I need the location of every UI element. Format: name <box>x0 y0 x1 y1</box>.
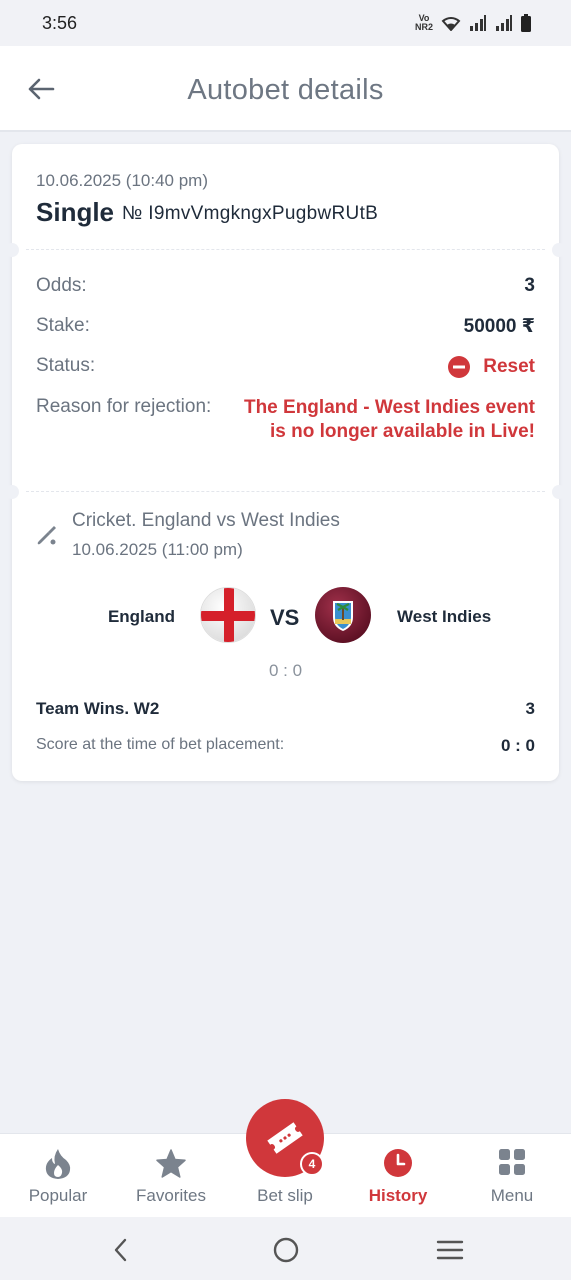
menu-lines-icon <box>436 1240 464 1260</box>
page-title: Autobet details <box>187 74 384 106</box>
nav-favorites[interactable]: Favorites <box>114 1134 228 1218</box>
event-name: Cricket. England vs West Indies <box>72 510 340 531</box>
bet-details-card: 10.06.2025 (10:40 pm) Single № I9mvVmgkn… <box>5 144 566 781</box>
card-notch <box>552 485 566 499</box>
bet-number: № I9mvVmgkngxPugbwRUtB <box>122 203 379 224</box>
card-divider <box>26 249 545 250</box>
ticket-icon <box>267 1122 303 1154</box>
card-divider <box>26 491 545 492</box>
current-score: 0 : 0 <box>268 661 303 680</box>
clock-icon <box>384 1149 412 1177</box>
status-icons: Vo NR2 <box>415 14 531 32</box>
odds-value: 3 <box>524 275 535 296</box>
chevron-left-icon <box>114 1238 127 1262</box>
system-back-button[interactable] <box>106 1235 136 1265</box>
market-label: Team Wins. W2 <box>36 699 160 718</box>
card-notch <box>5 485 19 499</box>
nav-label: Favorites <box>136 1186 206 1205</box>
west-indies-flag-icon <box>315 587 371 643</box>
versus-label: VS <box>270 605 300 630</box>
status-value: Reset <box>447 355 535 379</box>
nav-label: Bet slip <box>257 1186 313 1205</box>
grid-icon <box>499 1149 525 1175</box>
status-bar: 3:56 Vo NR2 <box>0 0 571 46</box>
wifi-icon <box>441 17 461 31</box>
bet-date: 10.06.2025 (10:40 pm) <box>36 171 209 190</box>
flame-icon <box>45 1149 71 1179</box>
card-notch <box>5 243 19 257</box>
nav-label: Menu <box>490 1186 534 1205</box>
signal-icon-2 <box>496 15 512 31</box>
england-flag-icon <box>200 587 256 643</box>
card-notch <box>552 243 566 257</box>
bet-type: Single <box>36 197 115 227</box>
status-label: Status: <box>36 355 96 376</box>
market-odds: 3 <box>525 699 535 718</box>
stake-label: Stake: <box>36 315 90 336</box>
status-text: Reset <box>483 356 535 377</box>
team1-name: England <box>107 607 175 626</box>
event-date: 10.06.2025 (11:00 pm) <box>72 540 243 559</box>
status-time: 3:56 <box>42 12 78 33</box>
nav-label: Popular <box>28 1186 88 1205</box>
battery-icon <box>521 14 531 32</box>
signal-icon <box>470 15 486 31</box>
reason-label: Reason for rejection: <box>36 396 212 417</box>
nav-popular[interactable]: Popular <box>1 1134 115 1218</box>
nav-label: History <box>368 1186 428 1205</box>
system-home-button[interactable] <box>271 1235 301 1265</box>
star-icon <box>156 1149 186 1178</box>
system-nav-bar <box>0 1217 571 1280</box>
system-recents-button[interactable] <box>435 1235 465 1265</box>
reason-value: The England - West Indies event is no lo… <box>243 397 535 442</box>
bet-score-label: Score at the time of bet placement: <box>36 736 285 753</box>
odds-label: Odds: <box>36 275 87 296</box>
volte-indicator: Vo NR2 <box>414 13 433 32</box>
app-header: Autobet details <box>0 46 571 132</box>
bet-score-value: 0 : 0 <box>500 736 535 755</box>
team2-name: West Indies <box>397 607 492 626</box>
nav-history[interactable]: History <box>341 1134 455 1218</box>
minus-circle-icon <box>448 356 471 378</box>
cricket-bat-icon <box>36 524 58 551</box>
betslip-count-badge: 4 <box>300 1152 324 1176</box>
home-circle-icon <box>273 1237 299 1263</box>
nav-menu[interactable]: Menu <box>455 1134 569 1218</box>
stake-value: 50000 ₹ <box>463 316 535 337</box>
